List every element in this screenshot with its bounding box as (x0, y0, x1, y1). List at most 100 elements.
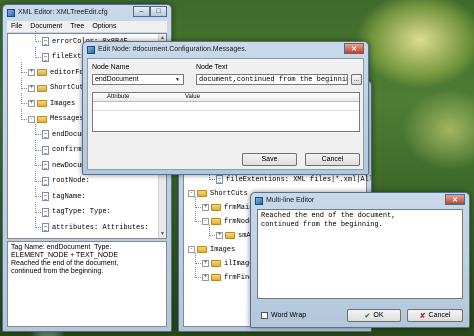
tree-node[interactable]: tagName: (42, 191, 86, 202)
tree-connector (21, 77, 22, 89)
node-name-combo[interactable]: endDocument ▼ (92, 74, 184, 85)
tree-node[interactable]: - Messages (28, 114, 84, 125)
menu-options[interactable]: Options (88, 23, 120, 30)
tree-node[interactable]: + frmMain (202, 202, 253, 213)
node-text-input[interactable]: document,continued from the beginning. (196, 74, 348, 85)
tree-connector (21, 108, 22, 120)
tree-node[interactable]: + frmFind (202, 272, 253, 283)
collapse-icon[interactable]: - (188, 190, 195, 197)
tree-node[interactable]: fileExtentions: XML files|*.xml|All File… (216, 174, 371, 185)
collapse-icon[interactable]: - (28, 115, 35, 123)
document-icon (42, 223, 49, 232)
tree-node-label: Images (50, 99, 76, 108)
tree-node[interactable]: attributes: Attributes: (42, 222, 149, 233)
document-icon (42, 176, 49, 186)
tree-connector (195, 197, 196, 208)
checkmark-icon: ✔ (364, 312, 371, 320)
maximize-button[interactable]: □ (150, 6, 167, 17)
multiline-editor-dialog: Multi-line Editor ✕ Reached the end of t… (250, 192, 470, 328)
multiline-text-content: Reached the end of the document, continu… (261, 212, 396, 229)
folder-icon (37, 84, 47, 92)
menu-document[interactable]: Document (26, 23, 66, 30)
tree-node-label: frmFind (224, 273, 254, 282)
folder-icon (211, 260, 221, 267)
tree-connector (195, 253, 196, 264)
tree-connector (35, 155, 36, 166)
menu-tree[interactable]: Tree (66, 23, 88, 30)
close-button[interactable]: ✕ (445, 194, 465, 205)
expand-icon[interactable]: + (216, 232, 223, 239)
edit-dialog-titlebar[interactable]: Edit Node: #document.Configuration.Messa… (83, 42, 368, 57)
node-status-panel: Tag Name: endDocument Type: ELEMENT_NODE… (7, 241, 167, 327)
expand-icon[interactable]: + (28, 69, 35, 76)
tree-node-label: frmNode (224, 217, 254, 226)
document-icon (42, 52, 49, 62)
save-button[interactable]: Save (242, 153, 297, 166)
collapse-icon[interactable]: - (188, 246, 195, 253)
word-wrap-option[interactable]: Word Wrap (261, 312, 306, 319)
attributes-grid-header: Attribute Value (93, 93, 359, 102)
minimize-button[interactable]: – (133, 6, 150, 17)
tree-connector (35, 46, 36, 58)
tree-connector (21, 62, 22, 73)
chevron-down-icon: ▼ (175, 76, 180, 83)
document-icon (42, 145, 49, 155)
document-icon (216, 175, 223, 184)
attributes-grid[interactable]: Attribute Value (92, 92, 360, 132)
node-name-value: endDocument (95, 76, 139, 83)
tree-node[interactable]: - ShortCuts (188, 188, 248, 199)
document-icon (42, 207, 49, 217)
open-multiline-editor-button[interactable]: ... (351, 74, 362, 85)
cancel-label: Cancel (428, 312, 451, 319)
tree-connector (195, 267, 196, 278)
word-wrap-label: Word Wrap (271, 312, 307, 319)
column-value[interactable]: Value (185, 94, 200, 100)
expand-icon[interactable]: + (28, 84, 35, 92)
column-attribute[interactable]: Attribute (107, 94, 129, 100)
tree-node-label: frmMain (224, 203, 254, 212)
tree-connector (35, 170, 36, 182)
expand-icon[interactable]: + (202, 274, 209, 281)
folder-icon (37, 115, 47, 123)
tree-connector (35, 139, 36, 151)
tree-connector (35, 124, 36, 135)
scroll-down-icon[interactable]: ▼ (159, 230, 166, 238)
multiline-text-area[interactable]: Reached the end of the document, continu… (257, 209, 463, 299)
document-icon (42, 37, 49, 46)
edit-dialog-controls: ✕ (344, 43, 364, 54)
menu-bar: File Document Tree Options (7, 21, 167, 32)
folder-icon (37, 100, 47, 107)
mle-title: Multi-line Editor (266, 197, 315, 204)
cancel-button[interactable]: Cancel (305, 153, 360, 166)
expand-icon[interactable]: + (202, 260, 209, 267)
word-wrap-checkbox[interactable] (261, 312, 268, 319)
app-icon (7, 8, 15, 17)
tree-node-label: ShortCuts (210, 189, 248, 198)
tree-connector (195, 211, 196, 222)
tree-connector (35, 217, 36, 228)
edit-dialog-body: Node Name endDocument ▼ Node Text docume… (87, 58, 364, 170)
expand-icon[interactable]: + (202, 204, 209, 211)
edit-dialog-title: Edit Node: #document.Configuration.Messa… (98, 46, 247, 53)
mle-titlebar[interactable]: Multi-line Editor (251, 193, 469, 208)
tree-node[interactable]: rootNode: (42, 176, 90, 187)
cancel-button[interactable]: ✘ Cancel (407, 309, 463, 322)
folder-icon (225, 232, 235, 239)
ok-label: OK (373, 312, 384, 319)
tree-node[interactable]: + ShortCuts (28, 83, 88, 94)
node-name-label: Node Name (92, 64, 130, 71)
tree-node[interactable]: + Images (28, 98, 75, 109)
attributes-new-row[interactable] (93, 102, 359, 111)
tree-node-label: Messages (50, 115, 84, 123)
ok-button[interactable]: ✔ OK (347, 309, 401, 322)
tree-connector (35, 201, 36, 213)
folder-icon (211, 274, 221, 281)
close-button[interactable]: ✕ (344, 43, 364, 54)
folder-icon (197, 246, 207, 253)
expand-icon[interactable]: + (28, 100, 35, 107)
menu-file[interactable]: File (7, 23, 26, 30)
collapse-icon[interactable]: - (202, 218, 209, 225)
tree-node-label: Images (210, 245, 236, 254)
dialog-icon (255, 196, 263, 205)
tree-node[interactable]: tagType: Type: (42, 207, 111, 218)
